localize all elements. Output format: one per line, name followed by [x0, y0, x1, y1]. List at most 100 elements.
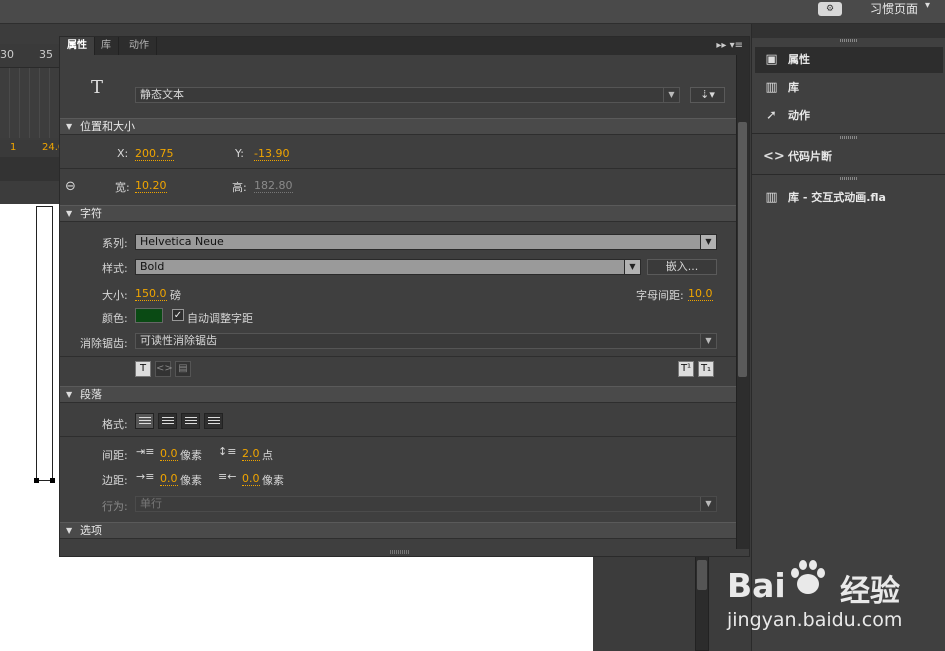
- left-margin-unit: 像素: [180, 474, 202, 487]
- text-type-select[interactable]: 静态文本 ▼: [135, 87, 680, 103]
- collapse-triangle-icon: ▼: [66, 122, 73, 131]
- line-spacing-icon: ↕≡: [218, 445, 237, 458]
- letter-spacing-value[interactable]: 10.0: [688, 287, 713, 301]
- collapse-triangle-icon: ▼: [66, 209, 73, 218]
- text-orientation-button[interactable]: ⇣▾: [690, 87, 725, 103]
- line-spacing-value[interactable]: 2.0: [242, 447, 260, 461]
- antialias-label: 消除锯齿:: [80, 337, 128, 350]
- font-family-select[interactable]: Helvetica Neue ▼: [135, 234, 717, 250]
- x-label: X:: [117, 147, 129, 160]
- y-label: Y:: [235, 147, 244, 160]
- align-right-icon: [185, 417, 197, 426]
- link-icon[interactable]: ⊖: [65, 179, 76, 194]
- section-paragraph[interactable]: ▼ 段落: [60, 386, 736, 403]
- justify-icon: [208, 417, 220, 426]
- align-center-button[interactable]: [158, 413, 177, 429]
- size-label: 大小:: [102, 289, 128, 302]
- frame-number: 30: [0, 48, 14, 61]
- dock-item-code-snippets[interactable]: <> 代码片断: [755, 144, 943, 170]
- antialias-select[interactable]: 可读性消除锯齿 ▼: [135, 333, 717, 349]
- superscript-button[interactable]: T¹: [678, 361, 694, 377]
- dock-item-library[interactable]: ▥ 库: [755, 75, 943, 101]
- dock-item-properties[interactable]: ▣ 属性: [755, 47, 943, 73]
- panel-resize-grip[interactable]: [390, 550, 410, 554]
- resize-handle[interactable]: [50, 478, 55, 483]
- size-unit: 磅: [170, 289, 181, 302]
- render-html-button[interactable]: <>: [155, 361, 173, 377]
- current-frame: 1: [10, 142, 17, 153]
- align-center-icon: [162, 417, 174, 426]
- frame-number: 35: [39, 48, 53, 61]
- chevron-down-icon: ▼: [700, 497, 716, 511]
- scrollbar-thumb[interactable]: [738, 122, 747, 377]
- tab-properties[interactable]: 属性: [60, 37, 95, 55]
- right-margin-value[interactable]: 0.0: [242, 472, 260, 486]
- font-size-value[interactable]: 150.0: [135, 287, 167, 301]
- style-label: 样式:: [102, 262, 128, 275]
- chevron-down-icon: ▼: [624, 260, 640, 274]
- text-color-swatch[interactable]: [135, 308, 163, 323]
- justify-button[interactable]: [204, 413, 223, 429]
- margin-label: 边距:: [102, 474, 128, 487]
- panel-menu-icon[interactable]: ▸▸ ▾≡: [716, 37, 743, 55]
- scrollbar-thumb[interactable]: [697, 560, 707, 590]
- subscript-button[interactable]: T₁: [698, 361, 714, 377]
- family-label: 系列:: [102, 237, 128, 250]
- timeline-status: 1 24.0: [0, 140, 64, 157]
- properties-icon: ▣: [765, 52, 778, 67]
- spacing-label: 间距:: [102, 449, 128, 462]
- text-tool-icon: T: [91, 77, 104, 98]
- autokern-label: 自动调整字距: [187, 312, 253, 325]
- y-value[interactable]: -13.90: [254, 147, 290, 161]
- dock-item-actions[interactable]: ➚ 动作: [755, 103, 943, 129]
- dock-grip[interactable]: [840, 136, 858, 139]
- autokern-checkbox[interactable]: ✓: [172, 309, 184, 321]
- code-snippets-icon: <>: [763, 149, 785, 164]
- panel-tab-bar: 属性 库 动作 ▸▸ ▾≡: [60, 37, 749, 55]
- font-style-select[interactable]: Bold ▼: [135, 259, 641, 275]
- section-character[interactable]: ▼ 字符: [60, 205, 736, 222]
- baidu-logo: Bai: [727, 566, 786, 605]
- application-bar: ⚙ 习惯页面 ▾: [0, 0, 945, 24]
- x-value[interactable]: 200.75: [135, 147, 174, 161]
- chevron-down-icon[interactable]: ▾: [925, 0, 930, 11]
- indent-icon: ⇥≡: [136, 445, 155, 458]
- align-left-button[interactable]: [135, 413, 154, 429]
- height-label: 高:: [232, 181, 247, 194]
- workspace-switcher[interactable]: 习惯页面: [870, 0, 918, 17]
- dock-item-library-file[interactable]: ▥ 库 - 交互式动画.fla: [755, 185, 943, 211]
- tab-actions[interactable]: 动作: [122, 37, 157, 55]
- indent-value[interactable]: 0.0: [160, 447, 178, 461]
- resize-handle[interactable]: [34, 478, 39, 483]
- workspace-icon[interactable]: ⚙: [818, 2, 842, 16]
- dock-header[interactable]: [752, 24, 945, 38]
- width-value[interactable]: 10.20: [135, 179, 167, 193]
- color-label: 颜色:: [102, 312, 128, 325]
- tab-library[interactable]: 库: [94, 37, 119, 55]
- behavior-label: 行为:: [102, 500, 128, 513]
- collapse-triangle-icon: ▼: [66, 390, 73, 399]
- timeline-frames[interactable]: [0, 68, 60, 138]
- left-margin-value[interactable]: 0.0: [160, 472, 178, 486]
- section-position-size[interactable]: ▼ 位置和大小: [60, 118, 736, 135]
- show-border-button[interactable]: ▤: [175, 361, 191, 377]
- selectable-text-button[interactable]: T: [135, 361, 151, 377]
- right-margin-icon: ≡←: [218, 470, 237, 483]
- align-right-button[interactable]: [181, 413, 200, 429]
- library-file-icon: ▥: [765, 190, 778, 205]
- dock-grip[interactable]: [840, 177, 858, 180]
- format-label: 格式:: [102, 418, 128, 431]
- timeline-ruler: 30 35: [0, 44, 60, 68]
- stage-scrollbar[interactable]: [0, 157, 60, 181]
- left-margin-icon: →≡: [136, 470, 155, 483]
- chevron-down-icon: ▼: [663, 88, 679, 102]
- dock-grip[interactable]: [840, 39, 858, 42]
- section-options[interactable]: ▼ 选项: [60, 522, 736, 539]
- selected-text-field[interactable]: [36, 206, 53, 481]
- paw-icon: [791, 560, 825, 594]
- actions-icon: ➚: [766, 108, 777, 123]
- behavior-select: 单行 ▼: [135, 496, 717, 512]
- panel-dock: ▣ 属性 ▥ 库 ➚ 动作 <> 代码片断 ▥ 库 - 交互式动画.fla: [751, 24, 945, 651]
- letter-spacing-label: 字母间距:: [636, 289, 684, 302]
- embed-button[interactable]: 嵌入...: [647, 259, 717, 275]
